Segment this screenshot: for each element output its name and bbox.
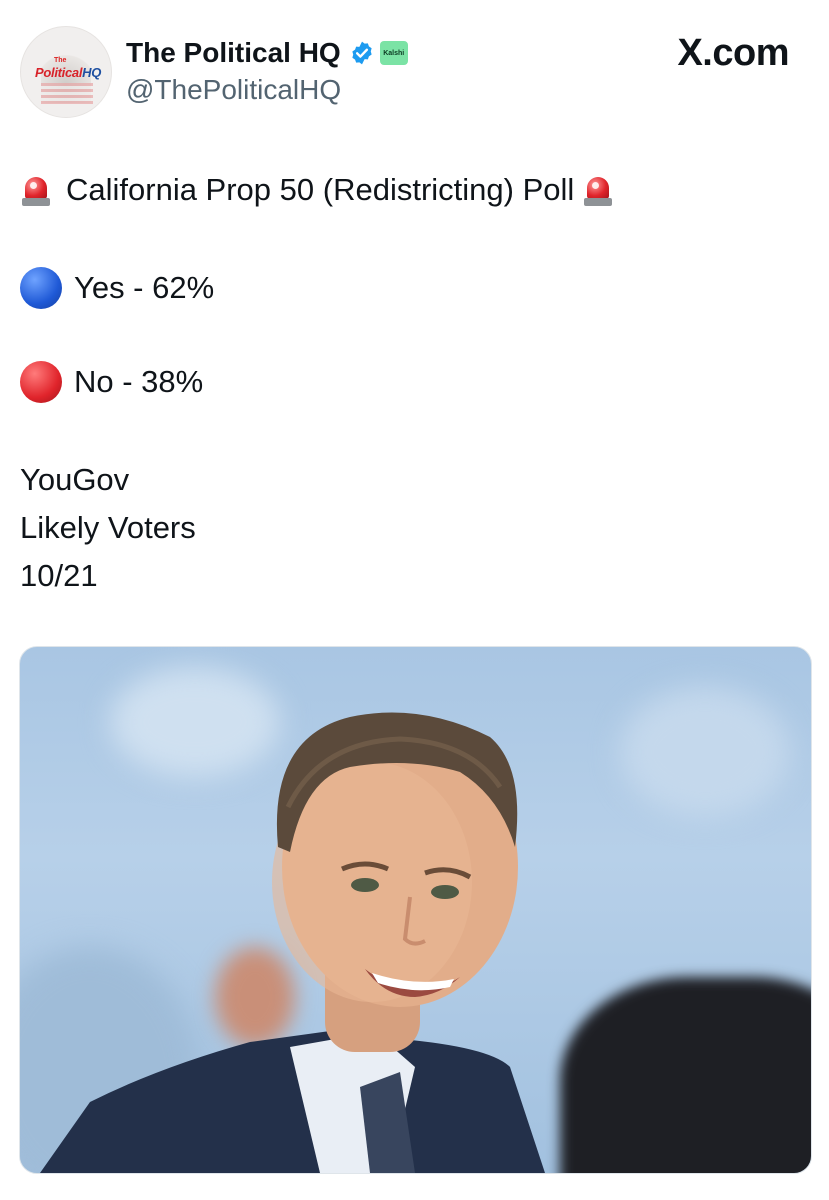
no-result: No - 38% <box>74 364 204 399</box>
population: Likely Voters <box>20 510 196 545</box>
post-header: The PoliticalHQ The Political HQ Kalshi … <box>0 0 829 130</box>
yes-result-line: Yes - 62% <box>20 266 214 310</box>
verified-badge-icon <box>352 41 372 65</box>
yes-result: Yes - 62% <box>74 270 215 305</box>
siren-icon <box>582 173 614 207</box>
red-circle-icon <box>20 361 62 403</box>
affiliate-badge-kalshi[interactable]: Kalshi <box>379 41 408 65</box>
avatar-logo-political: Political <box>35 65 83 80</box>
avatar-logo-the: The <box>54 57 67 64</box>
poll-title: California Prop 50 (Redistricting) Poll <box>66 172 575 207</box>
post-photo[interactable] <box>19 646 812 1174</box>
blue-circle-icon <box>20 267 62 309</box>
x-com-watermark: X.com <box>677 32 789 74</box>
flag-stripes-graphic <box>41 83 93 105</box>
poll-title-line: California Prop 50 (Redistricting) Poll <box>20 168 614 212</box>
avatar-logo: PoliticalHQ <box>35 65 101 80</box>
no-result-line: No - 38% <box>20 360 203 404</box>
name-row: The Political HQ Kalshi <box>126 34 408 72</box>
avatar-logo-hq: HQ <box>82 65 102 80</box>
profile-avatar[interactable]: The PoliticalHQ <box>20 26 112 118</box>
display-name[interactable]: The Political HQ <box>126 37 341 69</box>
pollster: YouGov <box>20 462 130 497</box>
man-portrait <box>40 712 545 1173</box>
siren-icon <box>20 173 52 207</box>
poll-date: 10/21 <box>20 558 98 593</box>
account-handle[interactable]: @ThePoliticalHQ <box>126 74 341 106</box>
